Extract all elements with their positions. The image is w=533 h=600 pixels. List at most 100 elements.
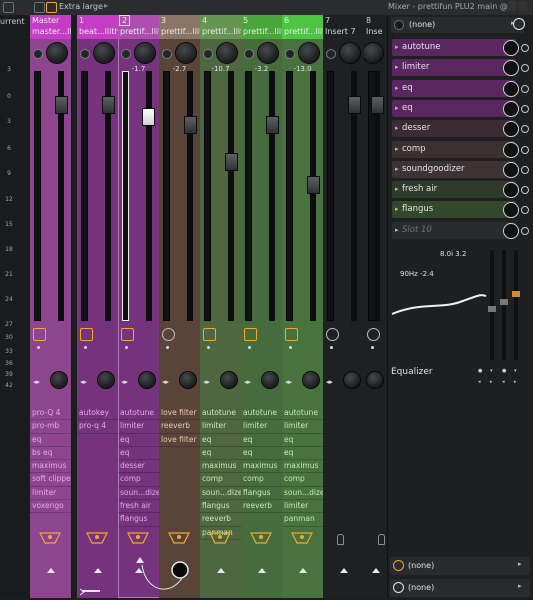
fx-slot[interactable]: reeverb <box>241 500 282 514</box>
mixer-track-t4[interactable]: 4prettif...llith-10.7◂▸autotunelimitereq… <box>200 15 242 598</box>
track-header[interactable]: 7 Insert 7 <box>323 15 364 39</box>
expand-arrow-icon[interactable]: ▸ <box>395 100 399 117</box>
volume-fader-track[interactable] <box>286 71 293 321</box>
expand-arrow-icon[interactable]: ▸ <box>395 161 399 178</box>
route-button[interactable] <box>326 328 339 341</box>
fx-enable-toggle[interactable] <box>521 64 529 73</box>
fx-enable-toggle[interactable] <box>521 226 529 235</box>
expand-arrow-icon[interactable]: ▸ <box>395 201 399 218</box>
fx-enable-toggle[interactable] <box>521 165 529 174</box>
stereo-knob[interactable] <box>344 372 360 388</box>
mixer-track-t2[interactable]: 2prettif...llith-1.7◂▸autotunelimitereqe… <box>118 15 160 598</box>
stereo-icon[interactable] <box>33 49 43 59</box>
stereo-separation-icon[interactable]: ◂▸ <box>33 378 40 386</box>
send-arrow-icon[interactable] <box>46 568 55 573</box>
insert-fx-slot[interactable]: ▸ desser <box>392 120 516 138</box>
pan-knob[interactable] <box>258 43 278 63</box>
route-button[interactable] <box>367 328 380 341</box>
fx-slot[interactable]: eq <box>118 434 159 447</box>
track-header[interactable]: Master master...llith <box>30 15 71 39</box>
fx-mix-knob[interactable] <box>503 222 519 239</box>
fx-slot[interactable]: reeverb <box>159 420 200 434</box>
volume-fader-cap[interactable] <box>142 108 155 126</box>
fx-mix-knob[interactable] <box>503 141 519 158</box>
fx-enable-toggle[interactable] <box>521 186 529 195</box>
fx-slot[interactable]: bs eq <box>30 447 71 461</box>
mixer-track-t1[interactable]: 1 beat...llith ◂▸ autokey pro-q 4 <box>77 15 119 598</box>
eq-mode-btn-6[interactable]: ▸ <box>490 379 496 385</box>
insert-fx-slot[interactable]: ▸ soundgoodizer <box>392 160 516 178</box>
volume-fader-cap[interactable] <box>348 95 361 114</box>
route-button[interactable] <box>285 328 298 341</box>
track-header[interactable]: 3 prettif...llith <box>159 15 200 39</box>
sidechain-send-button[interactable] <box>39 532 61 544</box>
stereo-knob[interactable] <box>367 372 383 388</box>
sidechain-send-button[interactable] <box>250 532 272 544</box>
expand-arrow-icon[interactable]: ▸ <box>395 39 399 56</box>
expand-arrow-icon[interactable]: ▸ <box>395 80 399 97</box>
fx-slot[interactable]: soft clipper <box>30 473 71 487</box>
track-header[interactable]: 2prettif...llith <box>118 15 159 39</box>
expand-arrow-icon[interactable]: ▸ <box>395 120 399 137</box>
eq-band-handle-1[interactable] <box>488 306 496 312</box>
sidechain-send-button[interactable] <box>168 532 190 544</box>
route-button[interactable] <box>33 328 46 341</box>
clock-icon[interactable] <box>513 18 525 30</box>
sidechain-send-button[interactable] <box>127 532 149 544</box>
fx-slot[interactable]: limiter <box>118 420 159 434</box>
fx-slot[interactable]: autokey <box>77 407 118 421</box>
sidechain-send-button[interactable] <box>86 532 108 544</box>
link-view-icon[interactable] <box>34 2 45 13</box>
insert-fx-slot[interactable]: ▸ comp <box>392 140 516 158</box>
eq-graph[interactable] <box>390 244 530 364</box>
stereo-icon[interactable] <box>285 49 295 59</box>
fx-slot[interactable]: desser <box>118 460 159 474</box>
stereo-separation-icon[interactable]: ◂▸ <box>285 378 292 386</box>
fx-slot[interactable]: autotune <box>241 407 282 421</box>
chevron-right-icon[interactable]: ▸ <box>104 1 108 10</box>
mixer-track-t8[interactable]: 8Inse◂▸ <box>364 15 388 598</box>
expand-arrow-icon[interactable]: ▸ <box>395 181 399 198</box>
fx-slot[interactable]: fresh air <box>118 500 159 514</box>
send-arrow-icon[interactable] <box>371 568 380 573</box>
fx-slot[interactable]: soun...dizer <box>282 487 323 501</box>
stereo-separation-icon[interactable]: ◂▸ <box>162 378 169 386</box>
volume-fader-cap[interactable] <box>371 95 384 114</box>
fx-enable-toggle[interactable] <box>521 84 529 93</box>
fx-slot[interactable]: pro-q 4 <box>77 420 118 434</box>
mixer-track-t3[interactable]: 3prettif...llith-2.7◂▸love filterreeverb… <box>159 15 201 598</box>
track-header[interactable]: 4 prettif...llith <box>200 15 241 39</box>
fx-slot[interactable]: soun...dizer <box>200 487 241 501</box>
send-arrow-icon[interactable] <box>257 568 266 573</box>
fx-mix-knob[interactable] <box>503 121 519 138</box>
zoom-label[interactable]: Extra large <box>59 2 103 11</box>
input-select[interactable]: (none) ▸ <box>391 17 524 33</box>
fx-slot[interactable]: soun...dizer <box>118 487 159 501</box>
volume-fader-track[interactable] <box>327 71 334 321</box>
stereo-icon[interactable] <box>80 49 90 59</box>
minimize-button[interactable] <box>508 1 516 11</box>
volume-fader-cap[interactable] <box>184 115 197 134</box>
volume-fader-cap[interactable] <box>266 115 279 134</box>
volume-fader-cap[interactable] <box>307 175 320 194</box>
fx-slot[interactable]: pro-mb <box>30 420 71 434</box>
stereo-knob[interactable] <box>303 372 319 388</box>
fx-slot[interactable]: reeverb <box>200 513 241 527</box>
stereo-knob[interactable] <box>139 372 155 388</box>
send-arrow-icon[interactable] <box>216 568 225 573</box>
track-header[interactable]: 1 beat...llith <box>77 15 118 39</box>
fx-slot[interactable]: comp <box>241 473 282 487</box>
volume-fader-track[interactable] <box>204 71 211 321</box>
eq-mode-btn-8[interactable]: ▸ <box>514 379 520 385</box>
volume-fader-track[interactable] <box>163 71 170 321</box>
sidechain-send-button[interactable] <box>291 532 313 544</box>
volume-fader-track[interactable] <box>34 71 41 321</box>
fx-slot[interactable]: maximus <box>282 460 323 474</box>
fx-slot[interactable]: limiter <box>200 420 241 434</box>
fx-slot[interactable]: eq <box>241 434 282 447</box>
eq-mode-btn-2[interactable]: ▾ <box>490 368 496 374</box>
pin-icon[interactable] <box>378 534 385 545</box>
volume-fader-cap[interactable] <box>55 95 68 114</box>
mixer-view-icon[interactable] <box>3 2 14 13</box>
fx-slot[interactable]: eq <box>282 447 323 461</box>
